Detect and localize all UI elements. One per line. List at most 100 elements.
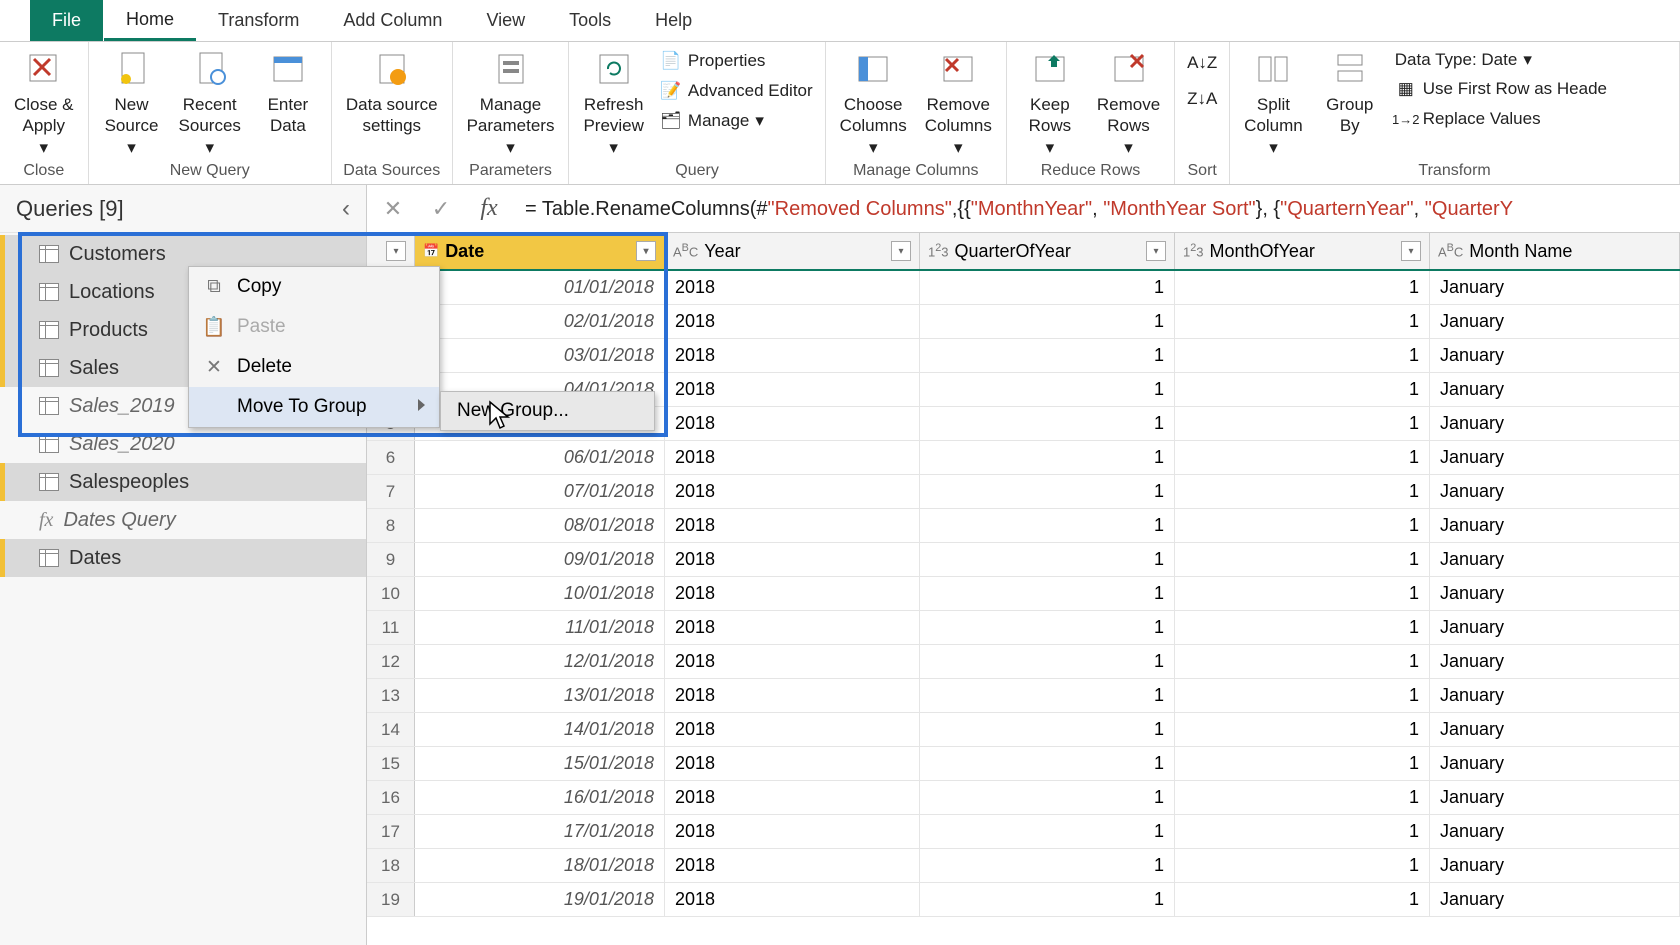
formula-text[interactable]: = Table.RenameColumns(#"Removed Columns"… — [515, 196, 1680, 221]
table-row[interactable]: 808/01/2018201811January — [367, 509, 1680, 543]
cell-year[interactable]: 2018 — [665, 781, 920, 814]
cell-quarter[interactable]: 1 — [920, 441, 1175, 474]
table-row[interactable]: 1111/01/2018201811January — [367, 611, 1680, 645]
properties-button[interactable]: 📄Properties — [656, 48, 817, 74]
cell-month-name[interactable]: January — [1430, 441, 1680, 474]
cell-date[interactable]: 01/01/2018 — [415, 271, 665, 304]
tab-file[interactable]: File — [30, 0, 104, 41]
cell-month-name[interactable]: January — [1430, 339, 1680, 372]
cell-quarter[interactable]: 1 — [920, 645, 1175, 678]
cell-year[interactable]: 2018 — [665, 577, 920, 610]
cell-month[interactable]: 1 — [1175, 577, 1430, 610]
ctx-move-to-group[interactable]: Move To Group — [189, 387, 439, 427]
col-month-name[interactable]: ABCMonth Name — [1430, 233, 1680, 269]
cell-quarter[interactable]: 1 — [920, 509, 1175, 542]
cell-quarter[interactable]: 1 — [920, 373, 1175, 406]
filter-icon[interactable]: ▾ — [1146, 241, 1166, 261]
cell-date[interactable]: 07/01/2018 — [415, 475, 665, 508]
cell-month-name[interactable]: January — [1430, 713, 1680, 746]
cell-month[interactable]: 1 — [1175, 373, 1430, 406]
commit-formula-button[interactable]: ✓ — [419, 190, 463, 228]
table-options-icon[interactable]: ▾ — [386, 241, 406, 261]
cell-month-name[interactable]: January — [1430, 679, 1680, 712]
enter-data-button[interactable]: Enter Data — [253, 46, 323, 139]
remove-rows-button[interactable]: Remove Rows ▾ — [1091, 46, 1166, 160]
cell-date[interactable]: 11/01/2018 — [415, 611, 665, 644]
cell-month[interactable]: 1 — [1175, 509, 1430, 542]
cell-date[interactable]: 16/01/2018 — [415, 781, 665, 814]
cell-date[interactable]: 15/01/2018 — [415, 747, 665, 780]
cell-quarter[interactable]: 1 — [920, 543, 1175, 576]
cell-month[interactable]: 1 — [1175, 339, 1430, 372]
table-row[interactable]: 303/01/2018201811January — [367, 339, 1680, 373]
table-row[interactable]: 1010/01/2018201811January — [367, 577, 1680, 611]
table-row[interactable]: 606/01/2018201811January — [367, 441, 1680, 475]
filter-icon[interactable]: ▾ — [1401, 241, 1421, 261]
cell-month-name[interactable]: January — [1430, 645, 1680, 678]
cell-month[interactable]: 1 — [1175, 271, 1430, 304]
row-number-header[interactable]: ▾ — [367, 233, 415, 269]
recent-sources-button[interactable]: Recent Sources ▾ — [173, 46, 247, 160]
cell-date[interactable]: 14/01/2018 — [415, 713, 665, 746]
cell-date[interactable]: 17/01/2018 — [415, 815, 665, 848]
query-item-dates-query[interactable]: fxDates Query — [0, 501, 366, 539]
replace-values-button[interactable]: 1→2Replace Values — [1391, 106, 1611, 132]
tab-view[interactable]: View — [464, 0, 547, 41]
cell-quarter[interactable]: 1 — [920, 407, 1175, 440]
table-row[interactable]: 1616/01/2018201811January — [367, 781, 1680, 815]
cell-quarter[interactable]: 1 — [920, 271, 1175, 304]
cell-month-name[interactable]: January — [1430, 815, 1680, 848]
group-by-button[interactable]: Group By — [1315, 46, 1385, 139]
cell-year[interactable]: 2018 — [665, 713, 920, 746]
table-row[interactable]: 1212/01/2018201811January — [367, 645, 1680, 679]
cell-quarter[interactable]: 1 — [920, 781, 1175, 814]
cell-month-name[interactable]: January — [1430, 577, 1680, 610]
cell-date[interactable]: 19/01/2018 — [415, 883, 665, 916]
cell-month[interactable]: 1 — [1175, 883, 1430, 916]
filter-icon[interactable]: ▾ — [891, 241, 911, 261]
tab-tools[interactable]: Tools — [547, 0, 633, 41]
refresh-preview-button[interactable]: Refresh Preview ▾ — [577, 46, 649, 160]
table-row[interactable]: 1313/01/2018201811January — [367, 679, 1680, 713]
cell-month-name[interactable]: January — [1430, 849, 1680, 882]
cell-month[interactable]: 1 — [1175, 679, 1430, 712]
choose-columns-button[interactable]: Choose Columns ▾ — [834, 46, 913, 160]
cell-year[interactable]: 2018 — [665, 815, 920, 848]
cell-quarter[interactable]: 1 — [920, 713, 1175, 746]
table-row[interactable]: 1414/01/2018201811January — [367, 713, 1680, 747]
query-item-dates[interactable]: Dates — [0, 539, 366, 577]
tab-home[interactable]: Home — [104, 0, 196, 41]
table-row[interactable]: 1515/01/2018201811January — [367, 747, 1680, 781]
cell-quarter[interactable]: 1 — [920, 577, 1175, 610]
fx-icon[interactable]: fx — [467, 190, 511, 228]
sort-asc-button[interactable]: A↓Z — [1187, 50, 1217, 76]
queries-header[interactable]: Queries [9] ‹ — [0, 185, 366, 233]
cell-month[interactable]: 1 — [1175, 441, 1430, 474]
cell-date[interactable]: 02/01/2018 — [415, 305, 665, 338]
ctx-new-group[interactable]: New Group... — [441, 392, 654, 430]
cell-year[interactable]: 2018 — [665, 271, 920, 304]
data-grid[interactable]: ▾ 📅Date▾ ABCYear▾ 123QuarterOfYear▾ 123M… — [367, 233, 1680, 945]
cell-month-name[interactable]: January — [1430, 781, 1680, 814]
cell-month[interactable]: 1 — [1175, 475, 1430, 508]
cell-quarter[interactable]: 1 — [920, 679, 1175, 712]
query-item-salespeoples[interactable]: Salespeoples — [0, 463, 366, 501]
cell-date[interactable]: 08/01/2018 — [415, 509, 665, 542]
col-date[interactable]: 📅Date▾ — [415, 233, 665, 269]
keep-rows-button[interactable]: Keep Rows ▾ — [1015, 46, 1085, 160]
table-row[interactable]: 909/01/2018201811January — [367, 543, 1680, 577]
cell-month[interactable]: 1 — [1175, 407, 1430, 440]
data-source-settings-button[interactable]: Data source settings — [340, 46, 444, 139]
cell-quarter[interactable]: 1 — [920, 747, 1175, 780]
cell-month-name[interactable]: January — [1430, 475, 1680, 508]
cell-year[interactable]: 2018 — [665, 305, 920, 338]
close-apply-button[interactable]: Close & Apply ▾ — [8, 46, 80, 160]
cell-date[interactable]: 13/01/2018 — [415, 679, 665, 712]
cell-month-name[interactable]: January — [1430, 509, 1680, 542]
cell-month-name[interactable]: January — [1430, 373, 1680, 406]
cell-month[interactable]: 1 — [1175, 747, 1430, 780]
cell-date[interactable]: 09/01/2018 — [415, 543, 665, 576]
cell-year[interactable]: 2018 — [665, 475, 920, 508]
cell-date[interactable]: 18/01/2018 — [415, 849, 665, 882]
cell-month-name[interactable]: January — [1430, 543, 1680, 576]
